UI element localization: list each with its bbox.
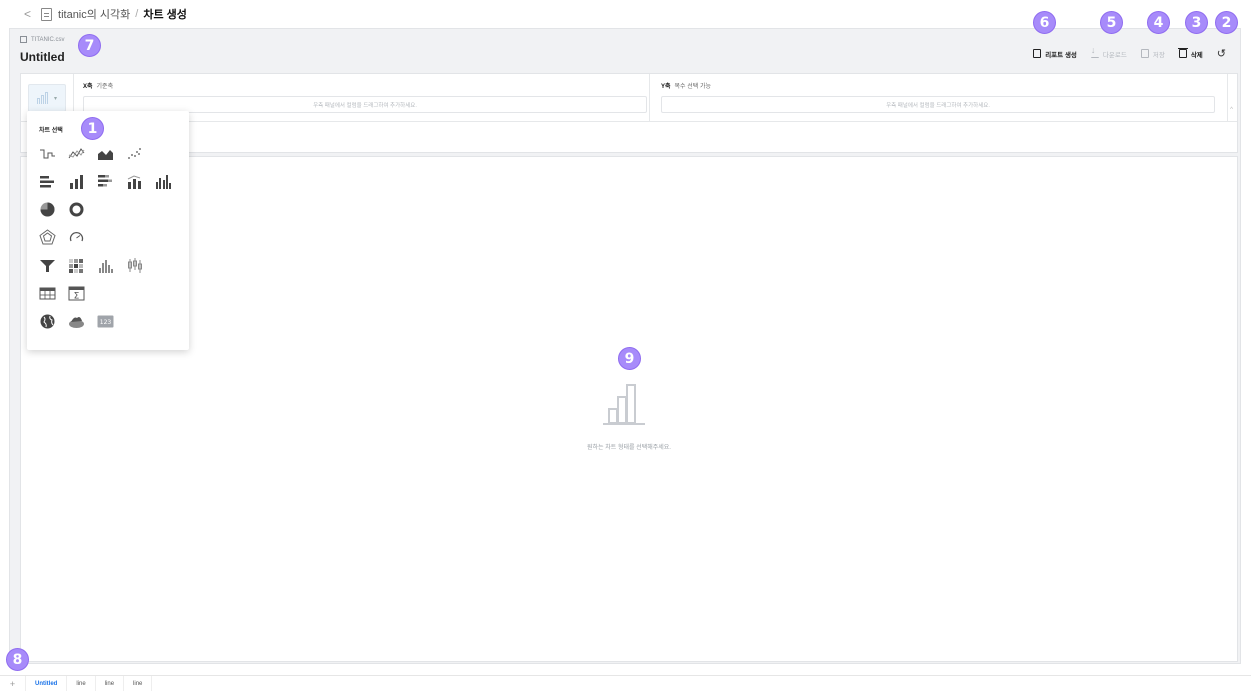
pivot-table-icon[interactable]: Σ — [68, 285, 85, 302]
y-axis-header: Y축 복수 선택 가능 — [661, 81, 711, 90]
globe-map-icon[interactable] — [39, 313, 56, 330]
chart-canvas: 원하는 차트 형태를 선택해주세요. — [20, 156, 1238, 662]
y-axis-dropzone[interactable]: 우측 패널에서 컬럼을 드래그하여 추가하세요. — [661, 96, 1215, 113]
annotation-badge: 6 — [1033, 11, 1056, 34]
picker-row-misc — [39, 257, 143, 274]
file-icon — [41, 7, 53, 21]
region-map-icon[interactable] — [68, 313, 85, 330]
table-icon — [20, 36, 27, 43]
svg-text:Σ: Σ — [74, 292, 80, 302]
clipboard-icon — [1033, 49, 1042, 58]
tab-line[interactable]: line — [124, 676, 153, 691]
tab-line[interactable]: line — [67, 676, 96, 691]
chart-type-selector[interactable]: ▾ — [28, 84, 66, 112]
stacked-horizontal-bar-icon[interactable] — [97, 173, 114, 190]
dataset-indicator: TITANIC.csv — [20, 36, 65, 43]
top-bar: < titanic의 시각화 / 차트 생성 — [0, 0, 1251, 28]
back-icon[interactable]: < — [24, 7, 31, 21]
annotation-badge: 7 — [78, 34, 101, 57]
boxplot-chart-icon[interactable] — [126, 257, 143, 274]
annotation-badge: 2 — [1215, 11, 1238, 34]
delete-label: 삭제 — [1190, 51, 1203, 59]
add-tab-button[interactable]: + — [0, 676, 26, 691]
report-button[interactable]: 리포트 생성 — [1033, 49, 1077, 59]
picker-row-table: Σ — [39, 285, 85, 302]
histogram-chart-icon[interactable] — [97, 257, 114, 274]
bar-chart-icon — [36, 92, 48, 104]
picker-row-radar — [39, 229, 85, 246]
annotation-badge: 1 — [81, 117, 104, 140]
annotation-badge: 9 — [618, 347, 641, 370]
breadcrumb-separator: / — [135, 8, 139, 20]
chevron-down-icon: ▾ — [53, 95, 57, 102]
chevron-up-icon[interactable]: ^ — [1230, 107, 1233, 113]
tab-line[interactable]: line — [96, 676, 125, 691]
save-button[interactable]: 저장 — [1140, 49, 1165, 59]
trash-icon — [1177, 48, 1188, 58]
download-button[interactable]: 다운로드 — [1090, 45, 1127, 59]
breadcrumb-current: 차트 생성 — [143, 9, 187, 21]
picker-row-line — [39, 145, 143, 162]
breadcrumb-project[interactable]: titanic의 시각화 — [58, 6, 130, 22]
divider — [1227, 74, 1228, 121]
refresh-icon[interactable]: ↺ — [1217, 47, 1226, 60]
heatmap-chart-icon[interactable] — [68, 257, 85, 274]
pie-chart-icon[interactable] — [39, 201, 56, 218]
scatter-chart-icon[interactable] — [126, 145, 143, 162]
horizontal-bar-chart-icon[interactable] — [39, 173, 56, 190]
annotation-badge: 5 — [1100, 11, 1123, 34]
x-axis-label: X축 — [83, 84, 93, 90]
y-axis-sub: 복수 선택 가능 — [674, 84, 711, 90]
picker-row-bar — [39, 173, 172, 190]
step-line-chart-icon[interactable] — [39, 145, 56, 162]
bar-line-combo-icon[interactable] — [126, 173, 143, 190]
download-icon — [1090, 45, 1099, 58]
chart-picker-dropdown: 차트 선택 Σ 123 — [27, 111, 189, 350]
table-chart-icon[interactable] — [39, 285, 56, 302]
save-label: 저장 — [1152, 51, 1165, 59]
gauge-chart-icon[interactable] — [68, 229, 85, 246]
delete-button[interactable]: 삭제 — [1177, 48, 1203, 59]
annotation-badge: 8 — [6, 648, 29, 671]
annotation-badge: 4 — [1147, 11, 1170, 34]
editor-area: TITANIC.csv Untitled 리포트 생성 다운로드 저장 삭제 ↺ — [9, 28, 1241, 664]
grouped-bar-chart-icon[interactable] — [155, 173, 172, 190]
x-axis-sub: 기준축 — [96, 84, 114, 90]
empty-chart-icon — [603, 384, 645, 425]
area-chart-icon[interactable] — [97, 145, 114, 162]
annotation-badge: 3 — [1185, 11, 1208, 34]
vertical-bar-chart-icon[interactable] — [68, 173, 85, 190]
axis-config-panel: ▾ X축 기준축 우측 패널에서 컬럼을 드래그하여 추가하세요. Y축 복수 선택… — [20, 73, 1238, 153]
divider — [21, 121, 1237, 122]
radar-chart-icon[interactable] — [39, 229, 56, 246]
action-toolbar: 리포트 생성 다운로드 저장 삭제 ↺ — [1033, 45, 1226, 60]
report-label: 리포트 생성 — [1045, 51, 1077, 59]
editor-header: TITANIC.csv Untitled 리포트 생성 다운로드 저장 삭제 ↺ — [10, 29, 1240, 73]
donut-chart-icon[interactable] — [68, 201, 85, 218]
dataset-name: TITANIC.csv — [31, 36, 65, 43]
divider — [649, 74, 650, 121]
sheet-tab-bar: + Untitled line line line — [0, 675, 1251, 691]
tab-untitled[interactable]: Untitled — [26, 676, 68, 691]
save-icon — [1140, 49, 1149, 58]
chart-title[interactable]: Untitled — [20, 50, 65, 64]
download-label: 다운로드 — [1102, 51, 1127, 59]
number-card-text: 123 — [100, 319, 112, 326]
x-axis-header: X축 기준축 — [83, 81, 113, 90]
multi-line-chart-icon[interactable] — [68, 145, 85, 162]
picker-row-map: 123 — [39, 313, 114, 330]
number-card-icon[interactable]: 123 — [97, 313, 114, 330]
y-axis-label: Y축 — [661, 84, 671, 90]
empty-message: 원하는 차트 형태를 선택해주세요. — [587, 445, 671, 451]
picker-title: 차트 선택 — [39, 128, 63, 134]
funnel-chart-icon[interactable] — [39, 257, 56, 274]
picker-row-pie — [39, 201, 85, 218]
